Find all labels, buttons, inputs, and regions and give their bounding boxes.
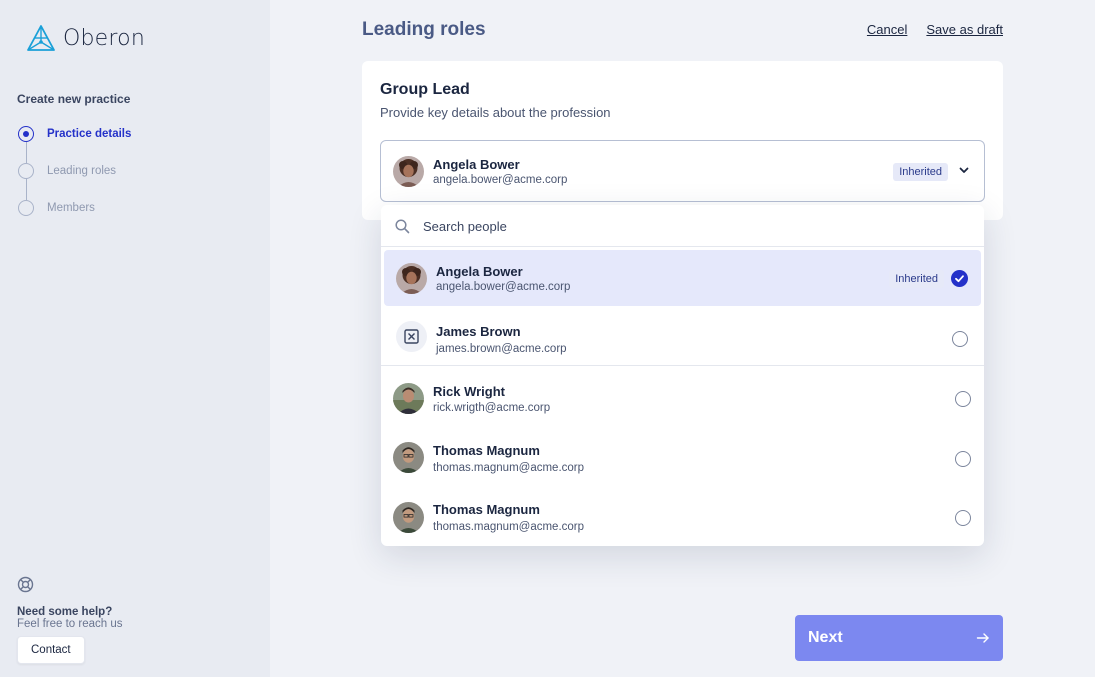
step-label: Leading roles xyxy=(47,165,117,177)
step-indicator xyxy=(18,200,34,216)
logo[interactable]: Oberon xyxy=(25,23,145,53)
step-label: Practice details xyxy=(47,128,132,140)
step-leading-roles[interactable]: Leading roles xyxy=(18,162,218,180)
checkmark-icon[interactable] xyxy=(951,270,968,287)
avatar xyxy=(396,263,427,294)
avatar xyxy=(393,156,424,187)
person-name: Thomas Magnum xyxy=(433,443,540,458)
next-label: Next xyxy=(808,629,843,646)
step-practice-details[interactable]: Practice details xyxy=(18,125,218,143)
help-section: Need some help? Feel free to reach us Co… xyxy=(17,576,122,664)
header-actions: Cancel Save as draft xyxy=(867,22,1003,37)
help-title: Need some help? xyxy=(17,606,113,618)
radio-button[interactable] xyxy=(955,451,971,467)
person-name: Rick Wright xyxy=(433,384,505,399)
contact-button[interactable]: Contact xyxy=(17,636,85,664)
radio-button[interactable] xyxy=(952,331,968,347)
sidebar-heading: Create new practice xyxy=(17,92,131,106)
group-lead-select[interactable]: Angela Bower angela.bower@acme.corp Inhe… xyxy=(380,140,985,202)
step-label: Members xyxy=(47,202,95,214)
page-title: Leading roles xyxy=(362,19,486,40)
person-option-thomas-magnum[interactable]: Thomas Magnum thomas.magnum@acme.corp xyxy=(381,426,984,485)
person-name: Angela Bower xyxy=(436,264,523,279)
person-email: thomas.magnum@acme.corp xyxy=(433,521,585,533)
inherited-badge: Inherited xyxy=(889,270,944,288)
next-button[interactable]: Next xyxy=(795,615,1003,661)
card-title: Group Lead xyxy=(380,81,470,98)
inherited-badge: Inherited xyxy=(893,163,948,181)
sidebar: Oberon Create new practice Practice deta… xyxy=(0,0,270,677)
avatar xyxy=(393,442,424,473)
arrow-right-icon xyxy=(976,633,989,643)
people-dropdown: Angela Bower angela.bower@acme.corp Inhe… xyxy=(381,205,984,546)
person-option-thomas-magnum[interactable]: Thomas Magnum thomas.magnum@acme.corp xyxy=(381,485,984,545)
avatar xyxy=(393,502,424,533)
person-email: angela.bower@acme.corp xyxy=(436,281,571,293)
card-subtitle: Provide key details about the profession xyxy=(380,105,611,120)
person-email: thomas.magnum@acme.corp xyxy=(433,462,585,474)
oberon-logo-icon xyxy=(27,25,55,51)
brand-name: Oberon xyxy=(63,25,145,51)
step-indicator xyxy=(18,163,34,179)
step-connector xyxy=(25,177,27,200)
search-people-input[interactable] xyxy=(423,216,963,236)
person-email: rick.wrigth@acme.corp xyxy=(433,402,551,414)
search-icon xyxy=(395,219,410,234)
selected-person-email: angela.bower@acme.corp xyxy=(433,174,568,186)
person-name: James Brown xyxy=(436,324,521,339)
cancel-link[interactable]: Cancel xyxy=(867,22,907,37)
person-name: Thomas Magnum xyxy=(433,502,540,517)
step-members[interactable]: Members xyxy=(18,199,218,217)
person-email: james.brown@acme.corp xyxy=(436,343,567,355)
no-photo-icon xyxy=(396,321,427,352)
selected-person-name: Angela Bower xyxy=(433,157,520,172)
step-connector xyxy=(25,140,27,163)
person-option-james-brown[interactable]: James Brown james.brown@acme.corp xyxy=(381,307,984,365)
chevron-down-icon[interactable] xyxy=(958,164,970,176)
radio-button[interactable] xyxy=(955,510,971,526)
help-subtitle: Feel free to reach us xyxy=(17,618,123,630)
save-draft-link[interactable]: Save as draft xyxy=(926,22,1003,37)
step-indicator-active xyxy=(18,126,34,142)
radio-button[interactable] xyxy=(955,391,971,407)
search-row xyxy=(381,205,984,247)
person-option-rick-wright[interactable]: Rick Wright rick.wrigth@acme.corp xyxy=(381,366,984,425)
avatar xyxy=(393,383,424,414)
person-option-angela-bower[interactable]: Angela Bower angela.bower@acme.corp Inhe… xyxy=(384,250,981,306)
lifebuoy-icon xyxy=(17,576,34,593)
